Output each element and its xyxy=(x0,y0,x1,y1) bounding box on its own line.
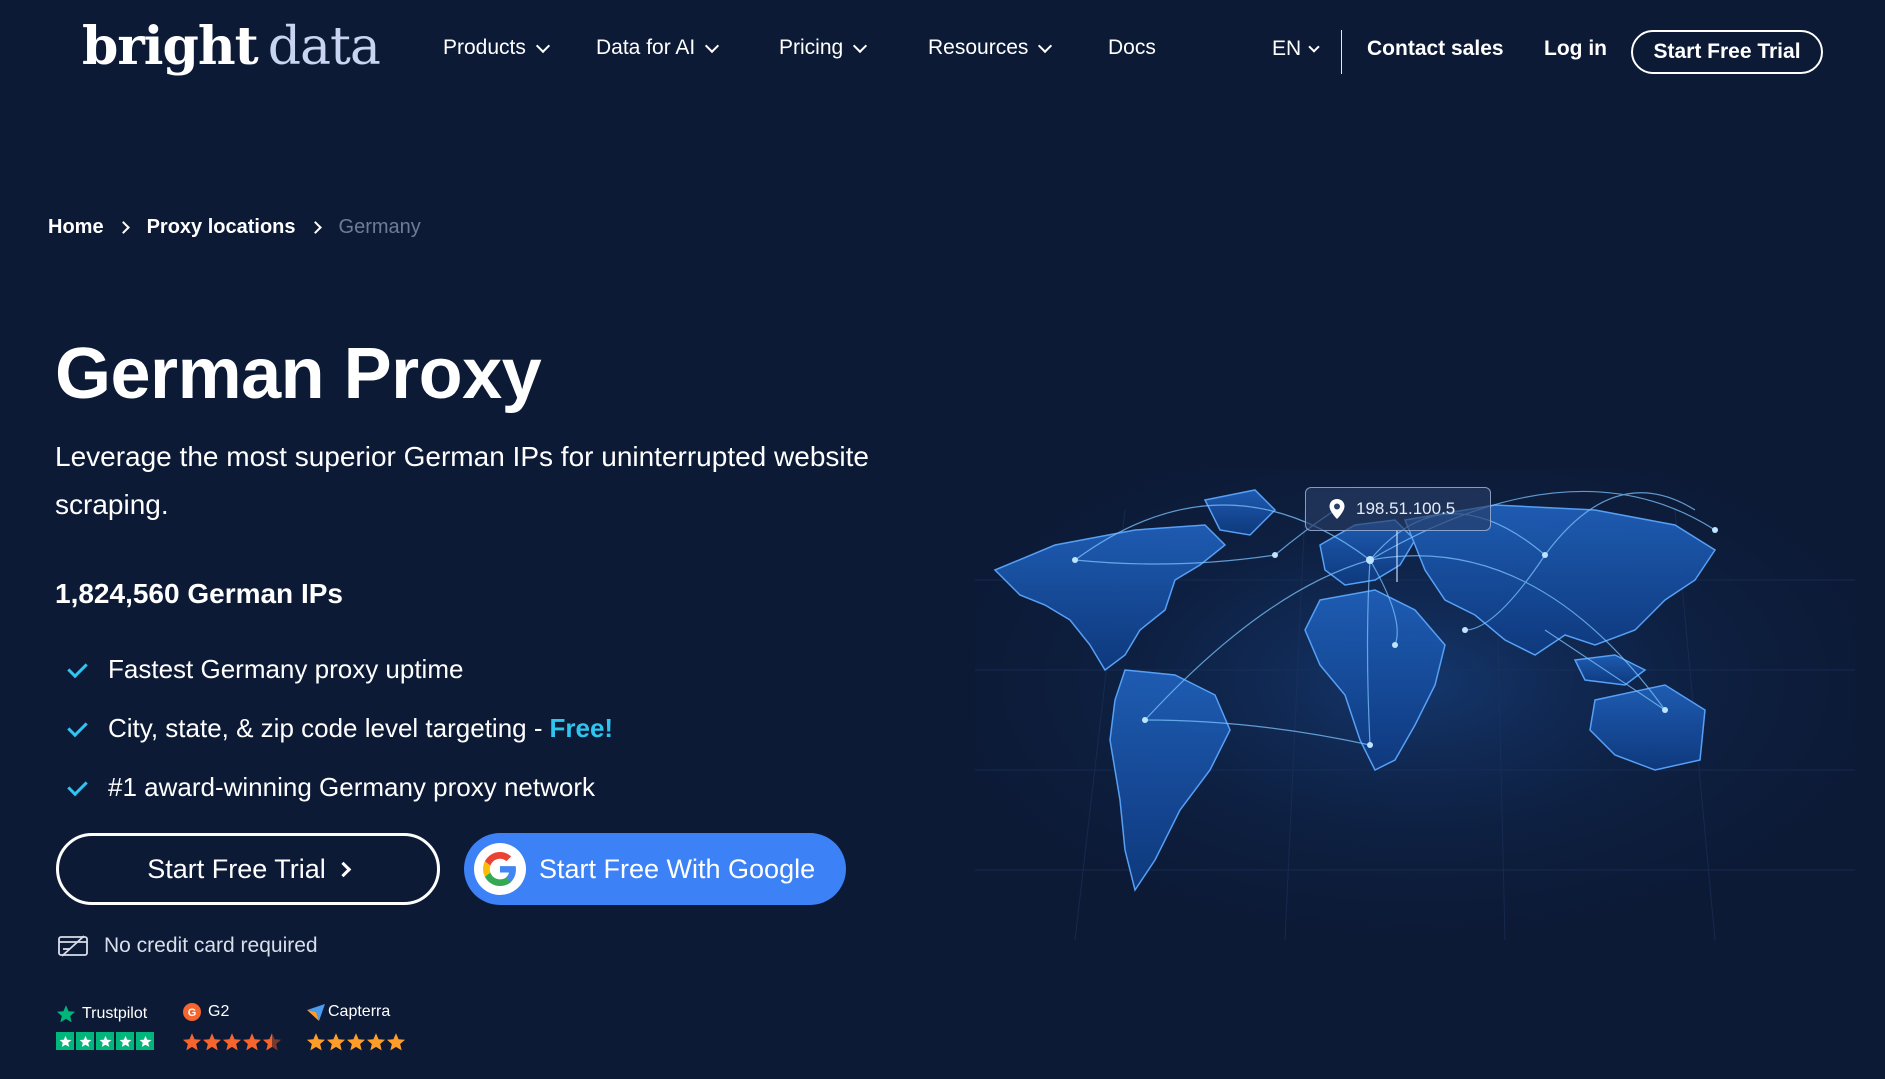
feature-text: #1 award-winning Germany proxy network xyxy=(108,772,595,802)
capterra-label: Capterra xyxy=(328,1003,391,1020)
nav-resources[interactable]: Resources xyxy=(928,36,1108,60)
page-subtitle: Leverage the most superior German IPs fo… xyxy=(55,441,869,520)
g2-stars xyxy=(182,1032,282,1052)
chevron-down-icon xyxy=(1308,41,1320,53)
chevron-right-icon xyxy=(116,221,130,234)
world-map-illustration xyxy=(975,470,1855,940)
nav-docs-label: Docs xyxy=(1108,36,1156,59)
nav-products[interactable]: Products xyxy=(443,36,596,60)
star-icon xyxy=(242,1033,262,1051)
language-selector[interactable]: EN xyxy=(1272,37,1320,61)
g2-rating[interactable]: G G2 xyxy=(182,1002,282,1051)
nav-resources-label: Resources xyxy=(928,36,1029,59)
breadcrumb-current: Germany xyxy=(338,216,421,238)
check-icon xyxy=(66,777,88,799)
start-free-trial-button[interactable]: Start Free Trial xyxy=(56,833,440,905)
star-icon xyxy=(326,1033,346,1051)
svg-text:G: G xyxy=(188,1007,197,1019)
no-credit-card-text: No credit card required xyxy=(104,934,318,957)
start-with-google-label: Start Free With Google xyxy=(539,853,816,884)
nav-products-label: Products xyxy=(443,36,526,59)
header-divider xyxy=(1341,30,1342,74)
logo-word-data: data xyxy=(267,17,381,77)
logo-word-bright: bright xyxy=(82,16,259,77)
nav-data-for-ai-label: Data for AI xyxy=(596,36,696,59)
location-pin-icon xyxy=(1329,499,1345,519)
free-highlight: Free! xyxy=(549,713,614,743)
trustpilot-stars xyxy=(56,1032,156,1050)
half-star-icon xyxy=(262,1033,282,1051)
trustpilot-star-icon xyxy=(56,1005,76,1023)
start-with-google-button[interactable]: Start Free With Google xyxy=(464,833,846,905)
chevron-down-icon xyxy=(1038,38,1053,54)
g2-label: G2 xyxy=(208,1003,230,1020)
star-icon xyxy=(136,1032,154,1050)
no-credit-card-note: No credit card required xyxy=(58,934,318,958)
login-link[interactable]: Log in xyxy=(1544,37,1607,61)
list-item: City, state, & zip code level targeting … xyxy=(66,699,613,758)
site-header: bright data Products Data for AI Pricing… xyxy=(0,0,1885,104)
capterra-rating[interactable]: Capterra xyxy=(306,1002,406,1051)
google-icon xyxy=(474,843,526,895)
star-icon xyxy=(222,1033,242,1051)
ip-count: 1,824,560 German IPs xyxy=(55,578,343,609)
star-icon xyxy=(386,1033,406,1051)
star-icon xyxy=(346,1033,366,1051)
chevron-right-icon xyxy=(308,221,322,234)
star-icon xyxy=(56,1032,74,1050)
star-icon xyxy=(96,1032,114,1050)
breadcrumb: Home Proxy locations Germany xyxy=(48,216,421,239)
main-nav: Products Data for AI Pricing Resources D… xyxy=(443,36,1188,60)
trustpilot-rating[interactable]: Trustpilot xyxy=(56,1002,154,1050)
star-icon xyxy=(366,1033,386,1051)
check-icon xyxy=(66,659,88,681)
chevron-down-icon xyxy=(705,38,720,54)
star-icon xyxy=(202,1033,222,1051)
list-item: Fastest Germany proxy uptime xyxy=(66,640,613,699)
page: bright data Products Data for AI Pricing… xyxy=(0,0,1885,1079)
ip-address-tag: 198.51.100.5 xyxy=(1305,487,1491,531)
capterra-logo-icon xyxy=(307,1004,325,1021)
nav-docs[interactable]: Docs xyxy=(1108,36,1188,60)
nav-pricing-label: Pricing xyxy=(779,36,844,59)
brightdata-logo[interactable]: bright data xyxy=(82,16,381,78)
check-icon xyxy=(66,718,88,740)
chevron-right-icon xyxy=(335,861,352,877)
ip-address-text: 198.51.100.5 xyxy=(1356,499,1456,518)
star-icon xyxy=(306,1033,326,1051)
feature-text: Fastest Germany proxy uptime xyxy=(108,654,464,684)
star-icon xyxy=(76,1032,94,1050)
page-title: German Proxy xyxy=(55,334,542,414)
feature-list: Fastest Germany proxy uptime City, state… xyxy=(66,640,613,817)
g2-logo-icon: G xyxy=(183,1003,201,1021)
breadcrumb-proxy-locations[interactable]: Proxy locations xyxy=(147,216,296,239)
nav-pricing[interactable]: Pricing xyxy=(779,36,928,60)
list-item: #1 award-winning Germany proxy network xyxy=(66,758,613,817)
capterra-stars xyxy=(306,1032,406,1052)
star-icon xyxy=(116,1032,134,1050)
credit-card-off-icon xyxy=(58,935,88,957)
chevron-down-icon xyxy=(853,38,868,54)
start-free-trial-label: Start Free Trial xyxy=(147,853,326,884)
breadcrumb-home[interactable]: Home xyxy=(48,216,104,239)
trustpilot-label: Trustpilot xyxy=(82,1005,148,1022)
header-start-trial-button[interactable]: Start Free Trial xyxy=(1631,30,1823,74)
feature-text: City, state, & zip code level targeting … xyxy=(108,713,543,743)
nav-data-for-ai[interactable]: Data for AI xyxy=(596,36,779,60)
contact-sales-link[interactable]: Contact sales xyxy=(1367,37,1504,61)
language-label: EN xyxy=(1272,37,1302,60)
chevron-down-icon xyxy=(535,38,550,54)
star-icon xyxy=(182,1033,202,1051)
